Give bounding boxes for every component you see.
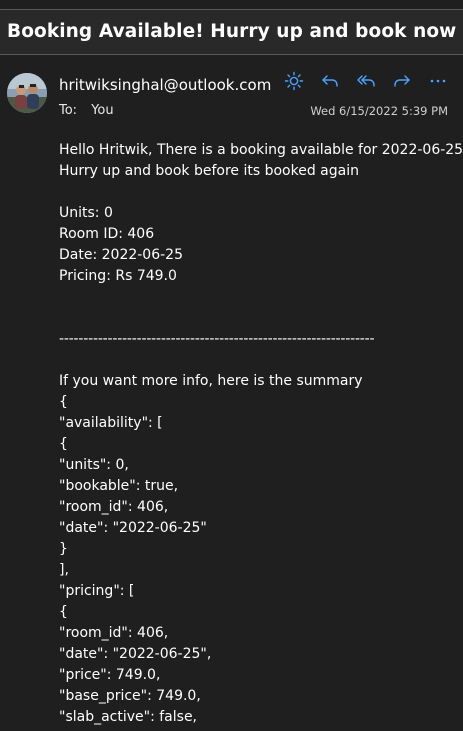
forward-button[interactable] <box>390 69 414 93</box>
json-line: "slab_active": false, <box>59 709 198 725</box>
pricing-line: Pricing: Rs 749.0 <box>59 268 177 284</box>
recipient-name[interactable]: You <box>91 103 113 118</box>
date-line: Date: 2022-06-25 <box>59 247 183 263</box>
email-subject: Booking Available! Hurry up and book now <box>7 21 457 42</box>
json-line: "room_id": 406, <box>59 499 169 515</box>
json-line: "price": 749.0, <box>59 667 161 683</box>
sender-email[interactable]: hritwiksinghal@outlook.com <box>59 76 271 94</box>
json-summary: { "availability": [ { "units": 0, "booka… <box>59 392 454 728</box>
json-line: "bookable": true, <box>59 478 179 494</box>
body-greeting-line-2: Hurry up and book before its booked agai… <box>59 163 359 179</box>
json-line: "date": "2022-06-25", <box>59 646 212 662</box>
json-line: "base_price": 749.0, <box>59 688 201 704</box>
reply-all-icon <box>357 75 375 87</box>
json-line: { <box>59 604 68 620</box>
json-line: "availability": [ <box>59 415 163 431</box>
avatar[interactable] <box>7 73 47 113</box>
json-line: { <box>59 436 68 452</box>
more-actions-button[interactable] <box>426 69 450 93</box>
json-line: "date": "2022-06-25" <box>59 520 207 536</box>
reply-icon <box>322 75 338 87</box>
json-line: "units": 0, <box>59 457 129 473</box>
forward-icon <box>394 75 410 87</box>
brightness-icon <box>284 71 304 91</box>
separator-line: ----------------------------------------… <box>59 331 375 347</box>
reply-button[interactable] <box>318 69 342 93</box>
to-label: To: <box>59 103 78 118</box>
brightness-button[interactable] <box>282 69 306 93</box>
json-line: "room_id": 406, <box>59 625 169 641</box>
units-line: Units: 0 <box>59 205 113 221</box>
room-id-line: Room ID: 406 <box>59 226 155 242</box>
more-icon <box>430 79 446 83</box>
json-line: } <box>59 541 68 557</box>
json-line: { <box>59 394 68 410</box>
recipient-row: To: You <box>59 103 114 118</box>
body-greeting-line-1: Hello Hritwik, There is a booking availa… <box>59 142 463 158</box>
subject-bar: Booking Available! Hurry up and book now <box>0 9 463 55</box>
avatar-photo <box>7 73 47 113</box>
email-reading-pane: Booking Available! Hurry up and book now… <box>0 0 463 731</box>
summary-intro: If you want more info, here is the summa… <box>59 373 363 389</box>
email-body: Hello Hritwik, There is a booking availa… <box>59 140 463 728</box>
json-line: "pricing": [ <box>59 583 135 599</box>
message-actions-toolbar <box>282 69 450 93</box>
reply-all-button[interactable] <box>354 69 378 93</box>
json-line: ], <box>59 562 69 578</box>
received-date: Wed 6/15/2022 5:39 PM <box>310 104 448 118</box>
